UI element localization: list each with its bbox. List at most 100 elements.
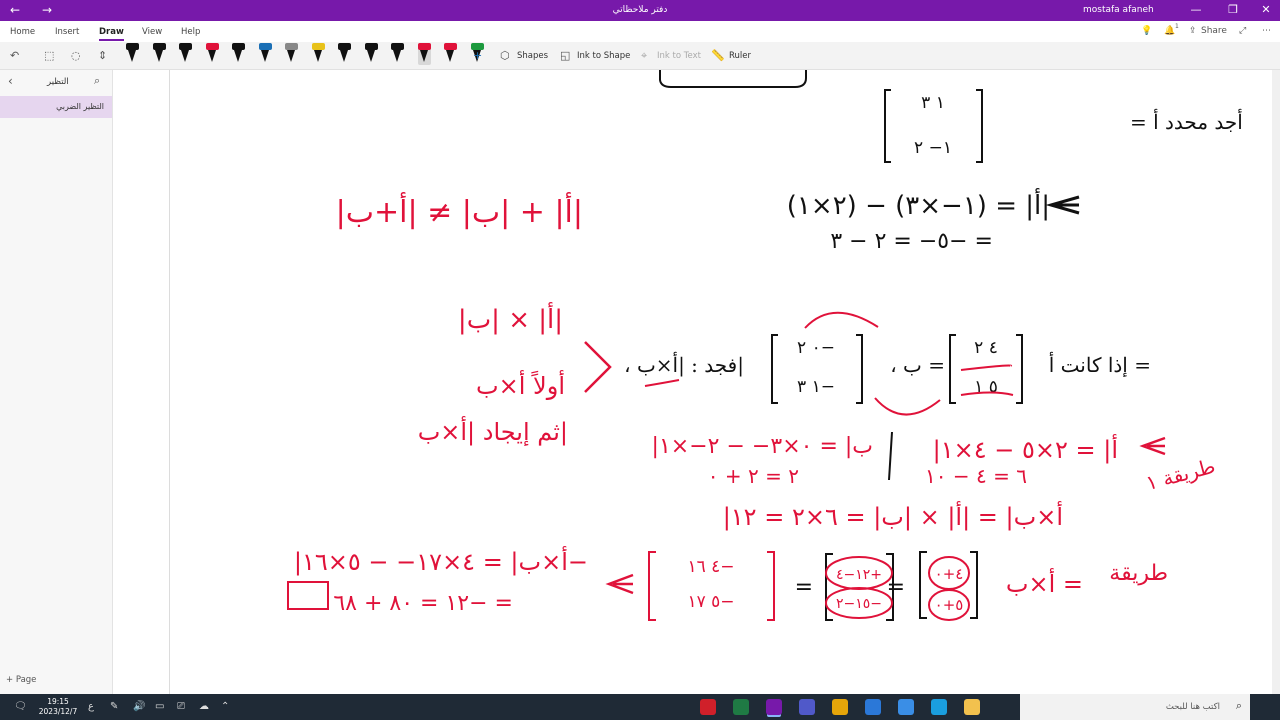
edge-app-icon[interactable] (931, 699, 947, 715)
pen-color-swatch (285, 43, 298, 50)
ink-to-shape-icon[interactable]: ◱ (560, 49, 570, 62)
chrome-app-icon[interactable] (832, 699, 848, 715)
method2-label: طريقة (1109, 561, 1168, 586)
ink-layer: أجد محدد أ = ١ ٣ ١− ٢ (٢×١) − (١−×٣) = |… (287, 70, 1243, 621)
pen-tip-icon (260, 50, 269, 62)
search-icon: ⌕ (1235, 699, 1242, 712)
ruler-icon[interactable]: 📏 (711, 49, 725, 62)
underline-result (644, 379, 680, 387)
shapes-button[interactable]: Shapes (517, 51, 548, 61)
close-button[interactable]: ✕ (1256, 3, 1276, 16)
explorer-app-icon[interactable] (964, 699, 980, 715)
notification-center-icon[interactable]: 🗨 (14, 701, 27, 712)
clock-time: 19:15 (47, 697, 69, 706)
q1-matrix-row2: ١− ٢ (914, 138, 952, 158)
box-remnant-shape (659, 70, 807, 88)
pen-tool[interactable] (285, 43, 298, 65)
restore-button[interactable]: ❐ (1223, 3, 1243, 16)
tab-draw[interactable]: Draw (99, 27, 124, 41)
side-note-1: |أ| × |ب| (458, 301, 563, 335)
taskbar-search[interactable]: اكتب هنا للبحث ⌕ (1020, 694, 1250, 720)
user-name[interactable]: mostafa afaneh (1083, 5, 1154, 15)
search-icon[interactable]: ⌕ (94, 74, 100, 88)
windows-taskbar: 🗨 19:15 2023/12/7 ع ✎ 🔊 ▭ ⎚ ☁ ⌃ اكتب هنا… (0, 694, 1280, 720)
tab-view[interactable]: View (142, 27, 162, 37)
implies-arrow-icon (1045, 195, 1080, 215)
pen-color-swatch (444, 43, 457, 50)
undo-icon[interactable]: ↶ (10, 49, 19, 62)
pen-tool[interactable] (152, 43, 166, 65)
tab-insert[interactable]: Insert (55, 27, 79, 37)
lightbulb-icon[interactable]: 💡 (1141, 26, 1152, 36)
vertical-scrollbar[interactable] (1272, 70, 1280, 694)
meet-now-icon[interactable]: ⎚ (177, 701, 185, 712)
add-space-icon[interactable]: ⇕ (98, 49, 107, 62)
network-icon[interactable]: ▭ (155, 701, 164, 712)
pen-tip-icon (287, 50, 295, 62)
bell-icon[interactable]: 🔔 (1164, 26, 1175, 36)
pen-tip-icon (154, 50, 163, 62)
collapse-chevron-icon[interactable]: ‹ (8, 74, 13, 88)
pen-tool[interactable] (391, 43, 404, 65)
brace-arrow-shape (584, 341, 612, 393)
draw-toolbar: ↶ ⬚ ◌ ⇕ + ⬡ Shapes ◱ Ink to Shape ⌖ Ink … (0, 42, 1280, 70)
clock-date: 2023/12/7 (38, 707, 78, 716)
pen-color-swatch (417, 43, 431, 50)
method1-divider (888, 431, 893, 481)
pen-tray-icon[interactable]: ✎ (110, 701, 118, 712)
teams-app-icon[interactable] (799, 699, 815, 715)
pen-tool[interactable] (417, 43, 431, 65)
page-item[interactable]: التظير الضربي (0, 96, 112, 118)
more-icon[interactable]: ⋯ (1262, 26, 1271, 36)
onenote-app-icon[interactable] (766, 699, 782, 715)
pen-tool[interactable] (364, 43, 378, 65)
ruler-button[interactable]: Ruler (729, 51, 751, 61)
onedrive-icon[interactable]: ☁ (199, 701, 209, 712)
pen-tool[interactable] (205, 43, 219, 65)
excel-app-icon[interactable] (733, 699, 749, 715)
opera-app-icon[interactable] (700, 699, 716, 715)
volume-icon[interactable]: 🔊 (133, 701, 145, 712)
add-pen-icon[interactable]: + (473, 49, 482, 62)
share-button[interactable]: Share (1201, 26, 1227, 36)
swap-arc-bottom (874, 397, 941, 416)
q2-text: إذا كانت أ = (1049, 351, 1151, 378)
ink-to-shape-button[interactable]: Ink to Shape (577, 51, 630, 61)
pen-color-swatch (179, 43, 192, 50)
tab-help[interactable]: Help (181, 27, 200, 37)
method1-label: طريقة ١ (1143, 454, 1217, 495)
share-icon[interactable]: ⇪ (1189, 26, 1197, 36)
section-title[interactable]: التظير (47, 77, 69, 87)
pen-tool[interactable] (232, 43, 245, 65)
lasso-select-icon[interactable]: ⬚ (44, 49, 54, 62)
method2-det2: ١٢ = ٨٠ + ٦٨− = (333, 591, 513, 616)
note-canvas[interactable]: أجد محدد أ = ١ ٣ ١− ٢ (٢×١) − (١−×٣) = |… (113, 70, 1280, 694)
pen-tip-icon (313, 50, 322, 62)
pen-tool[interactable] (179, 43, 192, 65)
pen-tool[interactable] (311, 43, 325, 65)
page-sidebar: ‹ التظير ⌕ التظير الضربي + Page (0, 70, 113, 694)
pen-tool[interactable] (258, 43, 272, 65)
pen-tip-icon (234, 50, 242, 62)
method2-m3-row1: ٤ ١٦− (687, 557, 734, 577)
language-indicator[interactable]: ع (88, 701, 94, 712)
shapes-icon[interactable]: ⬡ (500, 49, 510, 62)
clock[interactable]: 19:15 2023/12/7 (38, 697, 78, 717)
add-page-button[interactable]: + Page (6, 675, 36, 685)
q2-matrix-b-row2: ١ ٣− (797, 377, 835, 397)
pen-tool[interactable] (126, 43, 139, 65)
expand-icon[interactable]: ⤢ (1239, 26, 1246, 36)
pen-tip-icon (393, 50, 401, 62)
pen-tool[interactable] (338, 43, 351, 65)
method2-m2-row1: ١٢−٤+ (836, 567, 882, 583)
pen-tip-icon (419, 50, 428, 62)
pen-color-swatch (232, 43, 245, 50)
eraser-icon[interactable]: ◌ (71, 49, 81, 62)
store-app-icon[interactable] (898, 699, 914, 715)
pen-color-swatch (338, 43, 351, 50)
pen-tool[interactable] (444, 43, 457, 65)
minimize-button[interactable]: — (1186, 3, 1206, 16)
tab-home[interactable]: Home (10, 27, 35, 37)
tray-expand-icon[interactable]: ⌃ (221, 701, 229, 712)
mail-app-icon[interactable] (865, 699, 881, 715)
